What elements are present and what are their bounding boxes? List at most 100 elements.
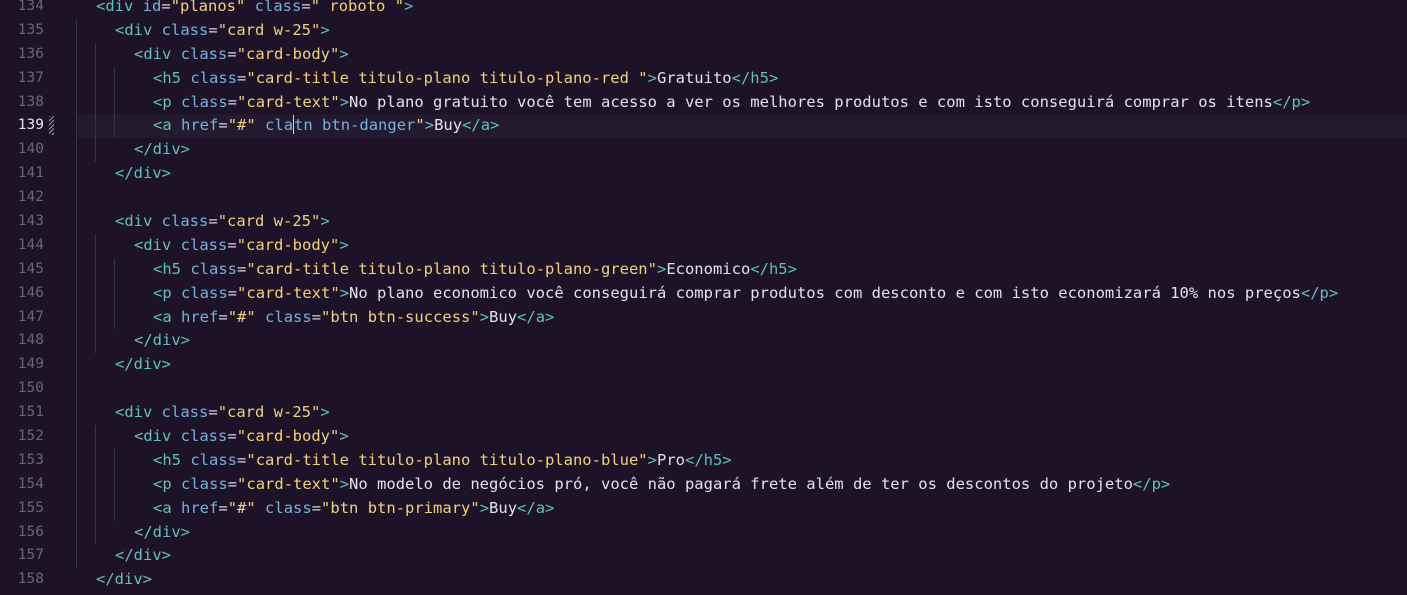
line-content[interactable]: <div id="planos" class=" roboto "> — [76, 0, 1407, 19]
code-line[interactable]: 154 <p class="card-text">No modelo de neg… — [0, 472, 1407, 497]
line-number: 134 — [17, 0, 44, 14]
token-attr: href — [181, 498, 219, 517]
line-content[interactable]: <p class="card-text">No modelo de negóci… — [76, 472, 1407, 497]
token-eq: = — [301, 0, 311, 15]
code-line[interactable]: 152 <div class="card-body"> — [0, 425, 1407, 449]
code-line[interactable]: 155 <a href="#" class="btn btn-primary">B… — [0, 496, 1407, 521]
line-number: 142 — [17, 189, 44, 206]
token-tag: </h5> — [684, 450, 732, 469]
code-line[interactable]: 140 </div> — [0, 138, 1407, 163]
token-text: Buy — [434, 116, 463, 135]
line-content[interactable]: <h5 class="card-title titulo-plano titul… — [76, 448, 1407, 473]
token-tag: > — [647, 68, 657, 87]
line-content[interactable]: </div> — [76, 544, 1407, 569]
line-number: 148 — [17, 332, 44, 349]
line-content[interactable]: <div class="card-body"> — [76, 42, 1407, 67]
code-line[interactable]: 158 </div> — [0, 568, 1407, 592]
line-content[interactable]: </div> — [76, 138, 1407, 163]
code-line[interactable]: 136 <div class="card-body"> — [0, 42, 1407, 67]
code-line[interactable]: 147 <a href="#" class="btn btn-success">B… — [0, 305, 1407, 330]
line-number: 140 — [17, 141, 44, 158]
token-tag: </div> — [115, 355, 171, 374]
code-line[interactable]: 145 <h5 class="card-title titulo-plano ti… — [0, 257, 1407, 282]
token-str: "#" — [227, 116, 256, 135]
line-content[interactable]: <h5 class="card-title titulo-plano titul… — [76, 66, 1407, 91]
code-line[interactable]: 141 </div> — [0, 162, 1407, 187]
line-number: 151 — [17, 404, 44, 421]
line-content[interactable]: <a href="#" class="btn btn-success">Buy<… — [76, 305, 1407, 330]
code-text: <a href="#" class="btn btn-success">Buy<… — [96, 308, 554, 326]
indent-guide — [76, 138, 77, 163]
code-line[interactable]: 143 <div class="card w-25"> — [0, 210, 1407, 234]
token-tag: <div — [115, 403, 153, 422]
line-number: 137 — [17, 69, 44, 86]
line-content[interactable]: <div class="card w-25"> — [76, 401, 1407, 426]
indent-guide — [76, 257, 77, 282]
token-tag: > — [339, 235, 349, 254]
code-line[interactable]: 142 — [0, 186, 1407, 211]
indent-guide — [76, 186, 77, 211]
line-content[interactable]: </div> — [76, 162, 1407, 187]
token-tag: </a> — [517, 307, 555, 326]
code-line[interactable]: 150 — [0, 377, 1407, 402]
line-content[interactable]: <div class="card w-25"> — [76, 18, 1407, 43]
line-number: 139 — [17, 117, 44, 134]
line-content[interactable] — [76, 377, 1407, 402]
line-content[interactable]: </div> — [76, 568, 1407, 592]
token-eq: = — [218, 307, 228, 326]
token-attr: class — [254, 0, 302, 15]
line-content[interactable]: </div> — [76, 353, 1407, 378]
code-line[interactable]: 156 </div> — [0, 520, 1407, 545]
token-tag: > — [424, 116, 435, 135]
token-text: Buy — [489, 498, 518, 517]
line-content[interactable]: <a href="#" class="btn btn-primary">Buy<… — [76, 496, 1407, 521]
token-attr: cla — [265, 116, 294, 135]
code-line[interactable]: 134 <div id="planos" class=" roboto "> — [0, 0, 1407, 19]
code-line[interactable]: 149 </div> — [0, 353, 1407, 378]
code-line[interactable]: 157 </div> — [0, 544, 1407, 569]
token-tag: <div — [134, 427, 172, 446]
code-text: </div> — [96, 355, 171, 373]
editor-lines[interactable]: 134 <div id="planos" class=" roboto "> 135… — [0, 0, 1407, 592]
token-tag: <h5 — [153, 450, 181, 469]
code-line[interactable]: 139 <a href="#" clatn btn-danger">Buy</a> — [0, 114, 1407, 139]
line-content[interactable]: <a href="#" clatn btn-danger">Buy</a> — [76, 114, 1407, 139]
line-content[interactable]: </div> — [76, 329, 1407, 354]
line-content[interactable]: <div class="card w-25"> — [76, 210, 1407, 234]
line-number: 145 — [17, 260, 44, 277]
line-number: 153 — [17, 451, 44, 468]
line-content[interactable]: </div> — [76, 520, 1407, 545]
code-line[interactable]: 137 <h5 class="card-title titulo-plano ti… — [0, 66, 1407, 91]
code-line[interactable]: 146 <p class="card-text">No plano economi… — [0, 281, 1407, 306]
code-line[interactable]: 144 <div class="card-body"> — [0, 233, 1407, 258]
code-line[interactable]: 138 <p class="card-text">No plano gratuit… — [0, 90, 1407, 115]
token-tag: > — [339, 474, 350, 493]
code-line[interactable]: 151 <div class="card w-25"> — [0, 401, 1407, 426]
line-content[interactable]: <h5 class="card-title titulo-plano titul… — [76, 257, 1407, 282]
line-number: 154 — [17, 475, 44, 492]
code-line[interactable]: 148 </div> — [0, 329, 1407, 354]
line-content[interactable]: <div class="card-body"> — [76, 233, 1407, 258]
indent-guide — [76, 90, 77, 115]
line-content[interactable] — [76, 186, 1407, 211]
token-tag: <div — [134, 44, 172, 63]
line-number: 141 — [17, 165, 44, 182]
code-line[interactable]: 153 <h5 class="card-title titulo-plano ti… — [0, 448, 1407, 473]
code-line[interactable]: 135 <div class="card w-25"> — [0, 18, 1407, 43]
line-content[interactable]: <p class="card-text">No plano gratuito v… — [76, 90, 1407, 115]
code-editor[interactable]: 134 <div id="planos" class=" roboto "> 135… — [0, 0, 1407, 595]
token-tag: > — [320, 20, 330, 39]
line-content[interactable]: <p class="card-text">No plano economico … — [76, 281, 1407, 306]
token-tag: <h5 — [153, 68, 181, 87]
line-content[interactable]: <div class="card-body"> — [76, 425, 1407, 449]
token-tag: </div> — [115, 164, 171, 183]
indent-guide — [76, 233, 77, 258]
token-tag: > — [656, 259, 667, 278]
